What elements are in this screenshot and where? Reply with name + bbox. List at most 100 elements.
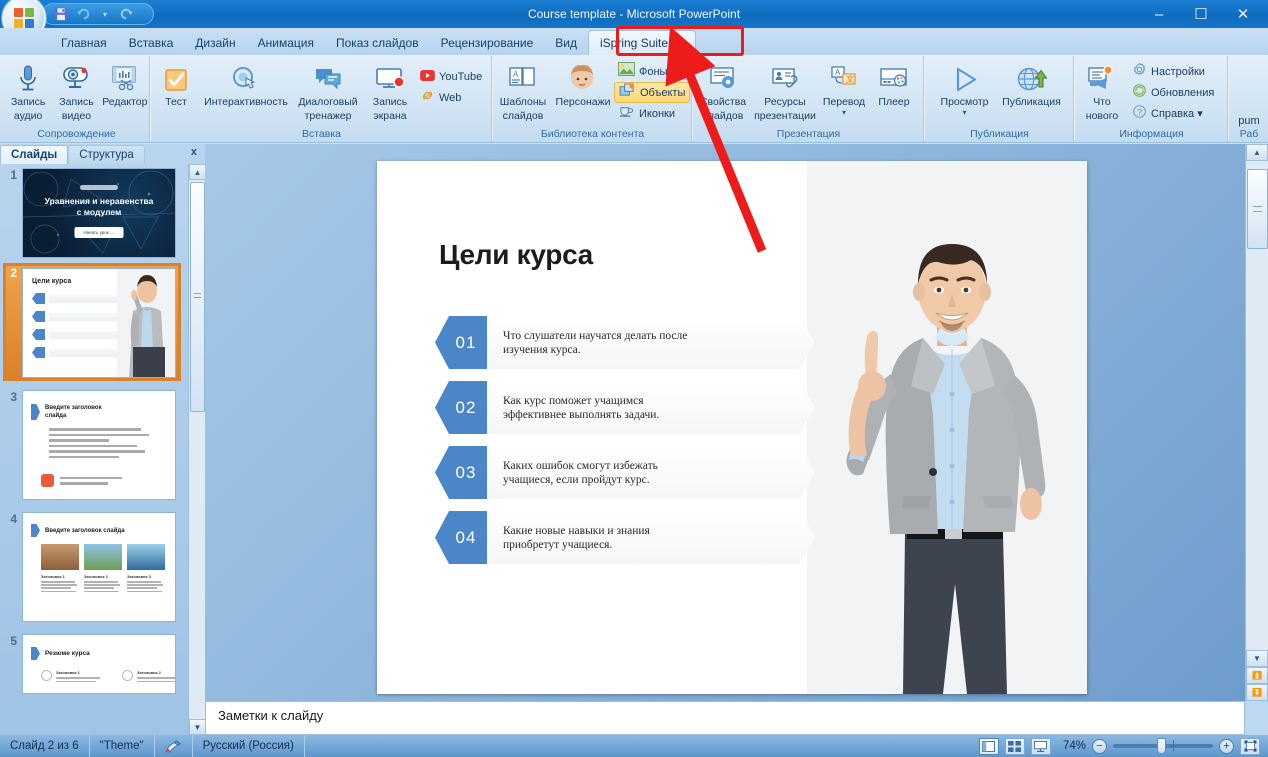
presenter-photo[interactable]	[827, 234, 1077, 694]
notes-placeholder[interactable]: Заметки к слайду	[206, 702, 1244, 723]
tab-slides[interactable]: Слайды	[0, 145, 69, 164]
current-slide[interactable]: Цели курса 01 Что слушатели научатся дел…	[377, 161, 1087, 694]
maximize-button[interactable]: ☐	[1180, 3, 1222, 25]
save-icon[interactable]	[51, 5, 71, 23]
redo-icon[interactable]	[117, 5, 137, 23]
spellcheck-icon[interactable]	[155, 735, 193, 757]
dialog-simulation-button[interactable]: Диалоговый тренажер	[292, 60, 364, 122]
whats-new-button[interactable]: Что нового	[1076, 60, 1128, 122]
slide-title[interactable]: Цели курса	[439, 239, 593, 271]
preview-button[interactable]: Просмотр ▾	[933, 60, 997, 116]
tab-view[interactable]: Вид	[544, 32, 588, 55]
goal-item-3[interactable]: 03 Каких ошибок смогут избежать учащиеся…	[435, 446, 815, 499]
goal-number-1: 01	[455, 332, 477, 352]
theme-name[interactable]: "Theme"	[90, 735, 155, 757]
previous-slide-icon[interactable]: ⏫	[1246, 667, 1268, 684]
zoom-slider-handle[interactable]	[1157, 738, 1166, 754]
scroll-down-arrow-icon[interactable]: ▼	[189, 719, 206, 735]
slide-counter[interactable]: Слайд 2 из 6	[0, 735, 90, 757]
slide-thumbnail-1[interactable]: 1 Уравнения и неравенства с модулем Нача…	[0, 164, 187, 262]
slide-preview-3[interactable]: Введите заголовок слайда	[22, 390, 176, 500]
quiz-button[interactable]: Тест	[152, 60, 200, 109]
preview-caret-icon[interactable]: ▾	[962, 108, 966, 116]
slide-sorter-view-button[interactable]	[1004, 737, 1025, 755]
tab-review[interactable]: Рецензирование	[430, 32, 545, 55]
slide-scroll-up-icon[interactable]: ▲	[1246, 144, 1268, 161]
tab-ispring-suite[interactable]: iSpring Suite 11	[588, 30, 696, 55]
undo-dropdown-icon[interactable]: ▾	[95, 5, 115, 23]
zoom-level[interactable]: 74%	[1063, 740, 1086, 752]
zoom-slider[interactable]	[1113, 738, 1213, 754]
presentation-resources-label-2: презентации	[754, 109, 816, 122]
normal-view-button[interactable]	[978, 737, 999, 755]
undo-icon[interactable]	[73, 5, 93, 23]
slide-thumbnail-3[interactable]: 3 Введите заголовок слайда	[0, 386, 187, 504]
player-button[interactable]: Плеер	[870, 60, 918, 109]
tab-outline[interactable]: Структура	[68, 145, 145, 164]
clipped-button[interactable]: pum	[1230, 113, 1268, 128]
slide-thumbnail-2[interactable]: 2 Цели курса	[0, 262, 187, 382]
updates-button[interactable]: Обновления	[1128, 82, 1218, 103]
notes-pane[interactable]: Заметки к слайду	[205, 701, 1245, 735]
slide-templates-button[interactable]: A Шаблоны слайдов	[494, 54, 693, 122]
zoom-in-button[interactable]: +	[1219, 738, 1234, 754]
next-slide-icon[interactable]: ⏬	[1246, 684, 1268, 701]
svg-text:文: 文	[846, 74, 854, 84]
presentation-resources-button[interactable]: Ресурсы презентации	[752, 60, 818, 122]
translate-caret-icon[interactable]: ▾	[842, 108, 846, 116]
tab-animation[interactable]: Анимация	[247, 32, 325, 55]
slide-thumbnail-list[interactable]: 1 Уравнения и неравенства с модулем Нача…	[0, 164, 187, 735]
help-question-icon: ?	[1132, 104, 1147, 124]
scroll-up-arrow-icon[interactable]: ▲	[189, 164, 206, 180]
slide-properties-button[interactable]: Свойства слайдов	[694, 60, 752, 122]
slide-scrollbar-thumb[interactable]	[1247, 169, 1268, 249]
interaction-button[interactable]: Интерактивность	[200, 60, 292, 109]
settings-button[interactable]: Настройки	[1128, 61, 1218, 82]
characters-button[interactable]: Персонажи	[552, 54, 693, 109]
goal-item-2[interactable]: 02 Как курс поможет учащимся эффективнее…	[435, 381, 815, 434]
help-button[interactable]: ? Справка ▾	[1128, 103, 1218, 124]
zoom-out-button[interactable]: −	[1092, 738, 1107, 754]
language-indicator[interactable]: Русский (Россия)	[193, 735, 305, 757]
minimize-button[interactable]: –	[1138, 3, 1180, 25]
tab-insert[interactable]: Вставка	[118, 32, 185, 55]
goal-item-1[interactable]: 01 Что слушатели научатся делать после и…	[435, 316, 815, 369]
tab-home[interactable]: Главная	[50, 32, 118, 55]
icons-button[interactable]: Иконки	[614, 103, 690, 124]
web-button[interactable]: Web	[416, 87, 486, 108]
tab-slideshow[interactable]: Показ слайдов	[325, 32, 430, 55]
goal-number-2: 02	[455, 397, 477, 417]
slide-preview-1[interactable]: Уравнения и неравенства с модулем Начать…	[22, 168, 176, 258]
goal-item-4[interactable]: 04 Какие новые навыки и знания приобрету…	[435, 511, 815, 564]
slide-properties-label-1: Свойства	[699, 96, 747, 108]
record-video-button[interactable]: Запись видео	[52, 60, 100, 122]
fit-slide-to-window-button[interactable]	[1240, 737, 1260, 755]
goal-text-3-line2: учащиеся, если пройдут курс.	[503, 473, 650, 486]
youtube-button[interactable]: YouTube	[416, 66, 486, 87]
goal-text-3-line1: Каких ошибок смогут избежать	[503, 459, 658, 472]
slide-area-scrollbar[interactable]: ▲ ▼ ⏫ ⏬	[1245, 144, 1268, 701]
screen-record-button[interactable]: Запись экрана	[364, 60, 416, 122]
goal-body-1: Что слушатели научатся делать после изуч…	[487, 316, 815, 369]
slideshow-view-button[interactable]	[1030, 737, 1051, 755]
slides-panel-scrollbar[interactable]: ▲ ▼	[188, 164, 206, 735]
close-slides-panel-icon[interactable]: x	[191, 146, 197, 158]
slide-thumbnail-5[interactable]: 5 Резюме курса Заголовок 1 Заголовок 2	[0, 630, 187, 698]
record-audio-button[interactable]: Запись аудио	[4, 60, 52, 122]
ribbon-group-workspace-clipped: pum Раб	[1230, 56, 1268, 142]
slide4-caption-2: Заголовок 2	[84, 574, 108, 579]
backgrounds-button[interactable]: Фоны	[614, 61, 690, 82]
slide-scroll-down-icon[interactable]: ▼	[1246, 650, 1268, 667]
close-button[interactable]: ✕	[1222, 3, 1264, 25]
scrollbar-thumb[interactable]	[190, 182, 205, 412]
tab-design[interactable]: Дизайн	[184, 32, 246, 55]
objects-button[interactable]: Объекты	[614, 82, 691, 103]
translate-button[interactable]: A文 Перевод ▾	[818, 60, 870, 116]
slide-preview-2[interactable]: Цели курса	[22, 268, 176, 378]
publish-button[interactable]: Публикация	[997, 60, 1067, 109]
office-button[interactable]	[2, 0, 46, 28]
slide-preview-5[interactable]: Резюме курса Заголовок 1 Заголовок 2	[22, 634, 176, 694]
slide-thumbnail-4[interactable]: 4 Введите заголовок слайда Заголовок 1 З…	[0, 508, 187, 626]
slide-preview-4[interactable]: Введите заголовок слайда Заголовок 1 Заг…	[22, 512, 176, 622]
editor-button[interactable]: Редактор	[101, 60, 149, 109]
